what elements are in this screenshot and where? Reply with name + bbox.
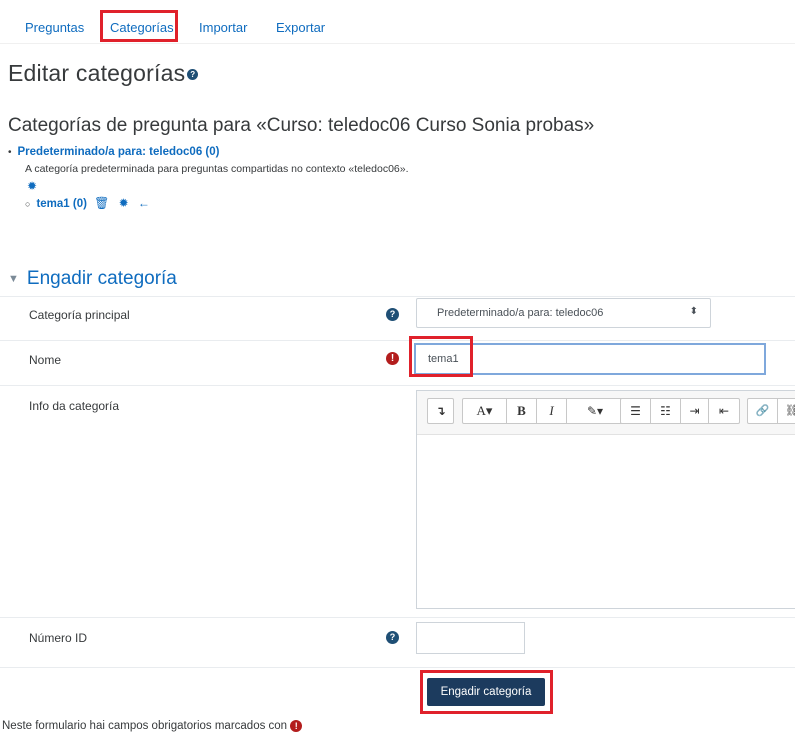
help-icon[interactable]: ? <box>187 69 199 81</box>
settings-icon[interactable]: ✹ <box>119 196 129 210</box>
select-arrows-icon: ⬍ <box>689 306 698 317</box>
category-info-editor[interactable]: ↴ A▾ B I ✎▾ ☰ ☷ ⇥ ⇤ 🔗 ⛓ <box>416 390 795 609</box>
highlight-box-name <box>409 336 473 377</box>
name-label: Nome <box>29 353 62 367</box>
toolbar-numbered-list-button[interactable]: ☷ <box>651 399 681 423</box>
toolbar-indent-button[interactable]: ⇥ <box>681 399 709 423</box>
toolbar-outdent-button[interactable]: ⇤ <box>709 399 739 423</box>
toolbar-group-lists: ☰ ☷ ⇥ ⇤ <box>620 398 740 424</box>
page-title: Editar categorías? <box>8 60 199 87</box>
parent-category-label: Categoría principal <box>29 308 130 322</box>
bullet-icon: • <box>8 147 12 158</box>
toolbar-bold-button[interactable]: B <box>507 399 537 423</box>
toolbar-font-button[interactable]: A▾ <box>463 399 507 423</box>
idnumber-input[interactable] <box>416 622 525 654</box>
section-heading[interactable]: ▼ Engadir categoría <box>8 268 177 290</box>
toolbar-italic-button[interactable]: I <box>537 399 567 423</box>
category-description: A categoría predeterminada para pregunta… <box>25 163 409 175</box>
help-icon[interactable]: ? <box>386 631 399 644</box>
toolbar-group-links: 🔗 ⛓ <box>747 398 795 424</box>
tab-preguntas[interactable]: Preguntas <box>25 20 84 35</box>
category-item-default: • Predeterminado/a para: teledoc06 (0) <box>8 146 219 158</box>
highlight-box-submit <box>420 670 553 714</box>
row-divider <box>0 385 795 386</box>
required-icon: ! <box>290 720 303 732</box>
highlight-box-tab <box>100 10 178 42</box>
info-label: Info da categoría <box>29 399 120 413</box>
row-divider <box>0 296 795 297</box>
toolbar-group-format: A▾ B I ✎▾ <box>462 398 624 424</box>
circle-bullet-icon: ○ <box>25 199 31 209</box>
row-divider <box>0 667 795 668</box>
row-divider <box>0 617 795 618</box>
arrow-left-icon[interactable]: ← <box>138 196 150 210</box>
idnumber-label: Número ID <box>29 631 88 645</box>
category-context-title: Categorías de pregunta para «Curso: tele… <box>8 115 595 136</box>
required-icon: ! <box>386 352 399 365</box>
help-icon[interactable]: ? <box>386 308 399 321</box>
tab-importar[interactable]: Importar <box>199 20 247 35</box>
parent-category-select[interactable]: Predeterminado/a para: teledoc06 ⬍ <box>416 298 711 328</box>
tab-exportar[interactable]: Exportar <box>276 20 325 35</box>
toolbar-brush-button[interactable]: ✎▾ <box>567 399 623 423</box>
row-divider <box>0 340 795 341</box>
collapse-caret-icon[interactable]: ▼ <box>8 273 19 285</box>
category-link-tema1[interactable]: tema1 (0) <box>36 198 87 210</box>
toolbar-group-expand: ↴ <box>427 398 454 424</box>
toolbar-expand-button[interactable]: ↴ <box>428 399 453 423</box>
toolbar-link-button[interactable]: 🔗 <box>748 399 778 423</box>
gear-icon[interactable]: ✹ <box>27 179 37 193</box>
category-link-default[interactable]: Predeterminado/a para: teledoc06 (0) <box>18 146 220 158</box>
editor-toolbar: ↴ A▾ B I ✎▾ ☰ ☷ ⇥ ⇤ 🔗 ⛓ <box>417 391 795 435</box>
toolbar-bullet-list-button[interactable]: ☰ <box>621 399 651 423</box>
category-item-tema1: ○ tema1 (0) 🗑 ✹ ← <box>25 196 150 210</box>
toolbar-unlink-button[interactable]: ⛓ <box>778 399 795 423</box>
required-fields-note: Neste formulario hai campos obrigatorios… <box>2 720 303 732</box>
delete-icon[interactable]: 🗑 <box>94 196 109 210</box>
